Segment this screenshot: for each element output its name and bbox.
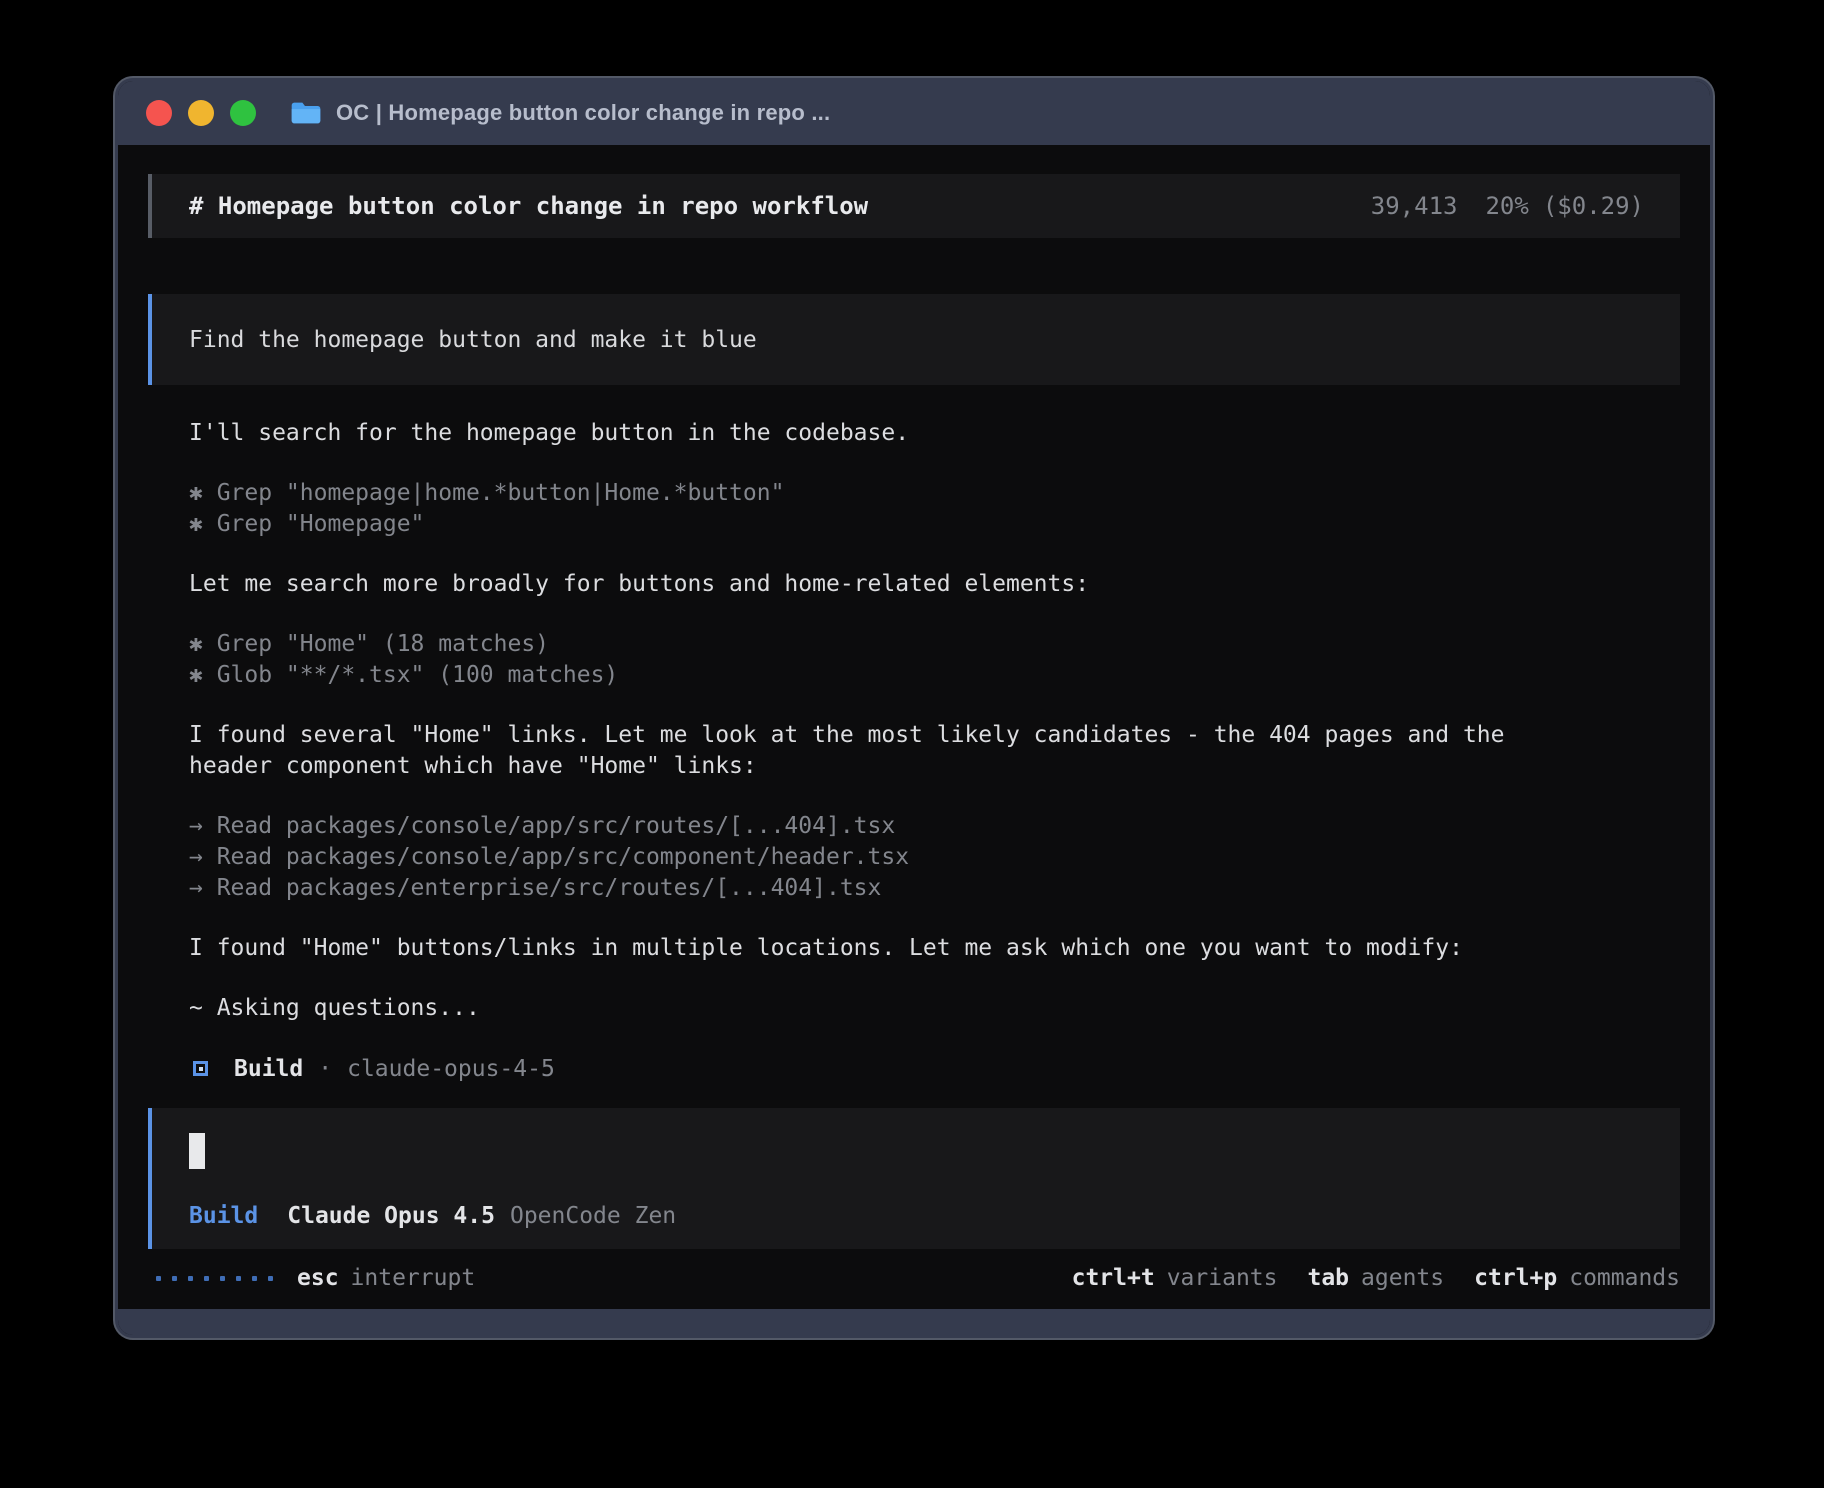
zoom-button[interactable] xyxy=(230,100,256,126)
spinner-dot xyxy=(252,1276,257,1281)
session-meta: 39,413 20% ($0.29) xyxy=(1371,192,1644,220)
agent-name: Build xyxy=(234,1056,303,1082)
shortcut-action: variants xyxy=(1167,1265,1278,1291)
spinner-dot xyxy=(172,1276,177,1281)
spinner-dot xyxy=(236,1276,241,1281)
titlebar[interactable]: OC | Homepage button color change in rep… xyxy=(118,81,1710,145)
agent-separator: · xyxy=(318,1056,332,1082)
tool-call-line: ✱ Grep "homepage|home.*button|Home.*butt… xyxy=(148,478,1680,509)
tool-call-group: → Read packages/console/app/src/routes/[… xyxy=(148,811,1680,904)
transcript: I'll search for the homepage button in t… xyxy=(148,418,1680,1024)
shortcut-key: ctrl+t xyxy=(1072,1265,1155,1291)
status-left: esc interrupt xyxy=(156,1265,475,1291)
assistant-text-line: I found "Home" buttons/links in multiple… xyxy=(148,933,1680,964)
input-meta: Build Claude Opus 4.5 OpenCode Zen xyxy=(189,1203,1644,1229)
minimize-button[interactable] xyxy=(188,100,214,126)
shortcut-key: tab xyxy=(1307,1265,1349,1291)
status-shortcuts: ctrl+t variants tab agents ctrl+p commands xyxy=(1072,1265,1680,1291)
spinner xyxy=(156,1276,273,1281)
shortcut-agents: tab agents xyxy=(1307,1265,1444,1291)
window-bottom-strip xyxy=(118,1309,1710,1335)
session-title: # Homepage button color change in repo w… xyxy=(189,192,868,220)
traffic-lights xyxy=(146,100,256,126)
tool-call-line: → Read packages/console/app/src/componen… xyxy=(148,842,1680,873)
agent-model: claude-opus-4-5 xyxy=(347,1056,555,1082)
tool-call-line: ✱ Glob "**/*.tsx" (100 matches) xyxy=(148,660,1680,691)
spinner-dot xyxy=(156,1276,161,1281)
assistant-text-line: I'll search for the homepage button in t… xyxy=(148,418,1680,449)
shortcut-action: commands xyxy=(1569,1265,1680,1291)
status-bar: esc interrupt ctrl+tvariantstabagentsctr… xyxy=(148,1265,1680,1291)
shortcut-key: ctrl+p xyxy=(1474,1265,1557,1291)
session-cost: ($0.29) xyxy=(1543,192,1644,220)
agent-badge-icon xyxy=(193,1061,208,1076)
tool-call-line: → Read packages/enterprise/src/routes/[.… xyxy=(148,873,1680,904)
context-percent: 20% xyxy=(1485,192,1528,220)
shortcut-variants: ctrl+t variants xyxy=(1072,1265,1278,1291)
tool-call-line: ✱ Grep "Homepage" xyxy=(148,509,1680,540)
user-message: Find the homepage button and make it blu… xyxy=(148,294,1680,385)
token-count: 39,413 xyxy=(1371,192,1458,220)
assistant-text-line: ~ Asking questions... xyxy=(148,993,1680,1024)
spinner-dot xyxy=(204,1276,209,1281)
assistant-paragraph: ~ Asking questions... xyxy=(148,993,1680,1024)
session-header: # Homepage button color change in repo w… xyxy=(148,174,1680,238)
text-cursor xyxy=(189,1133,205,1169)
tool-call-line: → Read packages/console/app/src/routes/[… xyxy=(148,811,1680,842)
assistant-paragraph: Let me search more broadly for buttons a… xyxy=(148,569,1680,600)
assistant-text-line: header component which have "Home" links… xyxy=(148,751,1680,782)
tool-call-group: ✱ Grep "Home" (18 matches)✱ Glob "**/*.t… xyxy=(148,629,1680,691)
assistant-text-line: Let me search more broadly for buttons a… xyxy=(148,569,1680,600)
provider-name: OpenCode Zen xyxy=(510,1203,676,1229)
user-message-text: Find the homepage button and make it blu… xyxy=(189,327,757,353)
assistant-paragraph: I found several "Home" links. Let me loo… xyxy=(148,720,1680,782)
model-name[interactable]: Claude Opus 4.5 xyxy=(287,1203,495,1229)
spinner-dot xyxy=(220,1276,225,1281)
interrupt-action: interrupt xyxy=(351,1265,476,1291)
tool-call-line: ✱ Grep "Home" (18 matches) xyxy=(148,629,1680,660)
window-title: OC | Homepage button color change in rep… xyxy=(336,100,830,126)
spinner-dot xyxy=(188,1276,193,1281)
tool-call-group: ✱ Grep "homepage|home.*button|Home.*butt… xyxy=(148,478,1680,540)
shortcut-commands: ctrl+p commands xyxy=(1474,1265,1680,1291)
assistant-text-line: I found several "Home" links. Let me loo… xyxy=(148,720,1680,751)
agent-status: Build · claude-opus-4-5 xyxy=(148,1053,1680,1084)
shortcut-action: agents xyxy=(1361,1265,1444,1291)
prompt-input[interactable]: Build Claude Opus 4.5 OpenCode Zen xyxy=(148,1108,1680,1249)
terminal-content: # Homepage button color change in repo w… xyxy=(118,145,1710,1309)
mode-badge[interactable]: Build xyxy=(189,1203,258,1229)
assistant-paragraph: I found "Home" buttons/links in multiple… xyxy=(148,933,1680,964)
assistant-paragraph: I'll search for the homepage button in t… xyxy=(148,418,1680,449)
interrupt-key: esc xyxy=(297,1265,339,1291)
folder-icon xyxy=(290,100,322,126)
close-button[interactable] xyxy=(146,100,172,126)
terminal-window: OC | Homepage button color change in rep… xyxy=(115,78,1713,1338)
spinner-dot xyxy=(268,1276,273,1281)
